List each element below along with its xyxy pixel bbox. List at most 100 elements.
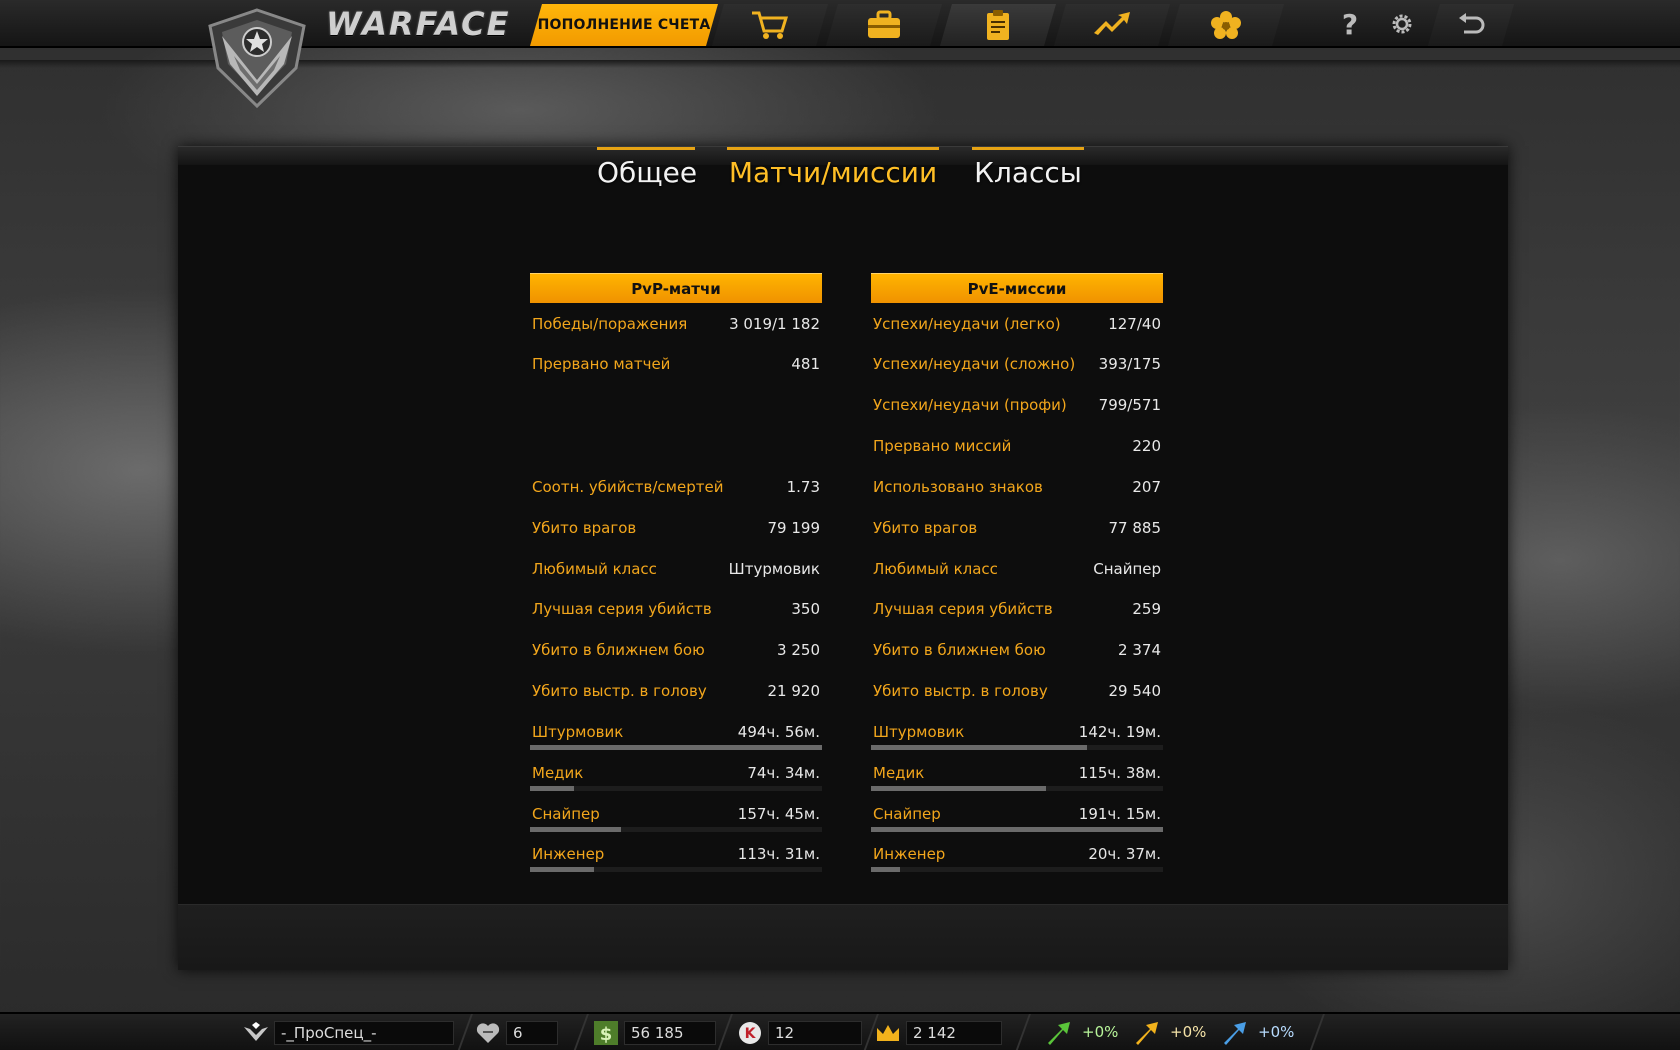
heart-badge-icon: [476, 1023, 500, 1043]
tab-general[interactable]: Общее: [597, 147, 697, 189]
stat-value: 799/571: [1098, 396, 1161, 414]
stat-label: Любимый класс: [873, 560, 998, 578]
pvp-stat-row: Прервано матчей 481: [530, 353, 822, 375]
player-name-block[interactable]: -_ПроСпец_-: [242, 1018, 454, 1048]
bonus-blue-block: +0%: [1220, 1018, 1304, 1048]
kredits-value: 12: [768, 1021, 862, 1045]
separator: [573, 1014, 589, 1050]
bonus-yellow-block: +0%: [1132, 1018, 1216, 1048]
pve-stat-row: Успехи/неудачи (сложно) 393/175: [871, 353, 1163, 375]
class-time: 113ч. 31м.: [737, 845, 820, 863]
stats-panel: Общее Матчи/миссии Классы PvP-матчи Побе…: [178, 146, 1508, 970]
shopping-cart-icon: [750, 9, 790, 41]
bonus-yellow-value: +0%: [1170, 1023, 1207, 1041]
class-time: 142ч. 19м.: [1078, 723, 1161, 741]
stat-value: 2 374: [1118, 641, 1161, 659]
pve-stat-row: Любимый класс Снайпер: [871, 558, 1163, 580]
class-label: Снайпер: [873, 805, 941, 823]
stat-label: Убито выстр. в голову: [873, 682, 1048, 700]
stat-label: Соотн. убийств/смертей: [532, 478, 724, 496]
pve-stat-row: Убито выстр. в голову 29 540: [871, 680, 1163, 702]
bonus-blue-value: +0%: [1258, 1023, 1295, 1041]
pve-column: PvE-миссии Успехи/неудачи (легко) 127/40…: [871, 273, 1163, 872]
stat-value: Снайпер: [1093, 560, 1161, 578]
crowns-value: 2 142: [906, 1021, 1002, 1045]
pvp-class-row: Медик 74ч. 34м.: [530, 762, 822, 784]
class-time: 191ч. 15м.: [1078, 805, 1161, 823]
class-label: Инженер: [532, 845, 605, 863]
class-time: 115ч. 38м.: [1078, 764, 1161, 782]
green-boost-arrow-icon: [1048, 1022, 1070, 1045]
stat-label: Любимый класс: [532, 560, 657, 578]
nav-stats-button[interactable]: [940, 4, 1056, 46]
stat-value: 259: [1132, 600, 1161, 618]
class-label: Инженер: [873, 845, 946, 863]
status-bar: -_ПроСпец_- 6 $ 56 185 K 12 2 142 +0% +0…: [0, 1012, 1680, 1050]
nav-inventory-button[interactable]: [826, 4, 942, 46]
stat-label: Убито в ближнем бою: [873, 641, 1046, 659]
kredit-icon: K: [739, 1022, 761, 1044]
separator: [1015, 1014, 1031, 1050]
pve-stat-row: Прервано миссий 220: [871, 435, 1163, 457]
svg-text:K: K: [745, 1026, 757, 1042]
nav-clan-button[interactable]: [1168, 4, 1284, 46]
stat-label: Убито врагов: [532, 519, 637, 537]
pvp-stat-row: Убито в ближнем бою 3 250: [530, 639, 822, 661]
class-progress-bar: [530, 827, 822, 832]
progress-fill: [530, 745, 822, 750]
progress-fill: [530, 827, 621, 832]
stat-label: Прервано матчей: [532, 355, 671, 373]
stat-value: 481: [791, 355, 820, 373]
panel-footer: [178, 904, 1508, 970]
class-progress-bar: [530, 867, 822, 872]
pve-class-row: Инженер 20ч. 37м.: [871, 843, 1163, 865]
nav-achievements-button[interactable]: [1054, 4, 1170, 46]
class-progress-bar: [530, 786, 822, 791]
pve-stat-row: Успехи/неудачи (легко) 127/40: [871, 313, 1163, 335]
money-block: $ 56 185: [592, 1018, 716, 1048]
back-button[interactable]: [1428, 4, 1514, 46]
class-progress-bar: [530, 745, 822, 750]
settings-button[interactable]: [1386, 8, 1418, 40]
stat-value: 127/40: [1108, 315, 1161, 333]
stat-label: Лучшая серия убийств: [532, 600, 712, 618]
stat-value: 21 920: [767, 682, 821, 700]
warface-logo-text: WARFACE: [326, 5, 511, 43]
pve-header: PvE-миссии: [871, 273, 1163, 303]
gear-icon: [1392, 14, 1412, 34]
blue-boost-arrow-icon: [1224, 1022, 1246, 1045]
class-time: 157ч. 45м.: [737, 805, 820, 823]
stat-value: 77 885: [1108, 519, 1162, 537]
pve-class-row: Снайпер 191ч. 15м.: [871, 803, 1163, 825]
topup-account-button[interactable]: ПОПОЛНЕНИЕ СЧЕТА: [530, 4, 718, 46]
briefcase-icon: [864, 9, 904, 41]
class-time: 494ч. 56м.: [737, 723, 820, 741]
stat-value: 79 199: [767, 519, 821, 537]
pvp-class-row: Штурмовик 494ч. 56м.: [530, 721, 822, 743]
stat-label: Убито врагов: [873, 519, 978, 537]
stat-label: Убито в ближнем бою: [532, 641, 705, 659]
pvp-stat-row: Лучшая серия убийств 350: [530, 598, 822, 620]
help-button[interactable]: ?: [1334, 8, 1366, 41]
back-arrow-icon: [1456, 12, 1486, 38]
rank-wings-icon: [244, 1022, 268, 1041]
tab-classes[interactable]: Классы: [972, 147, 1084, 189]
player-nickname: -_ПроСпец_-: [274, 1021, 454, 1045]
stat-value: 350: [791, 600, 820, 618]
nav-shop-button[interactable]: [712, 4, 828, 46]
stat-value: 393/175: [1098, 355, 1161, 373]
rank-points-block: 6: [474, 1018, 558, 1048]
class-progress-bar: [871, 867, 1163, 872]
pvp-stat-row: Любимый класс Штурмовик: [530, 558, 822, 580]
pvp-class-row: Снайпер 157ч. 45м.: [530, 803, 822, 825]
pvp-class-row: Инженер 113ч. 31м.: [530, 843, 822, 865]
progress-fill: [871, 827, 1163, 832]
tab-matches-missions[interactable]: Матчи/миссии: [727, 147, 939, 189]
progress-fill: [871, 786, 1047, 791]
class-time: 20ч. 37м.: [1088, 845, 1161, 863]
rank-points-value: 6: [506, 1021, 558, 1045]
stat-value: 29 540: [1108, 682, 1162, 700]
progress-fill: [530, 786, 574, 791]
flower-emblem-icon: [1206, 9, 1246, 41]
warface-emblem-icon[interactable]: [204, 6, 310, 112]
